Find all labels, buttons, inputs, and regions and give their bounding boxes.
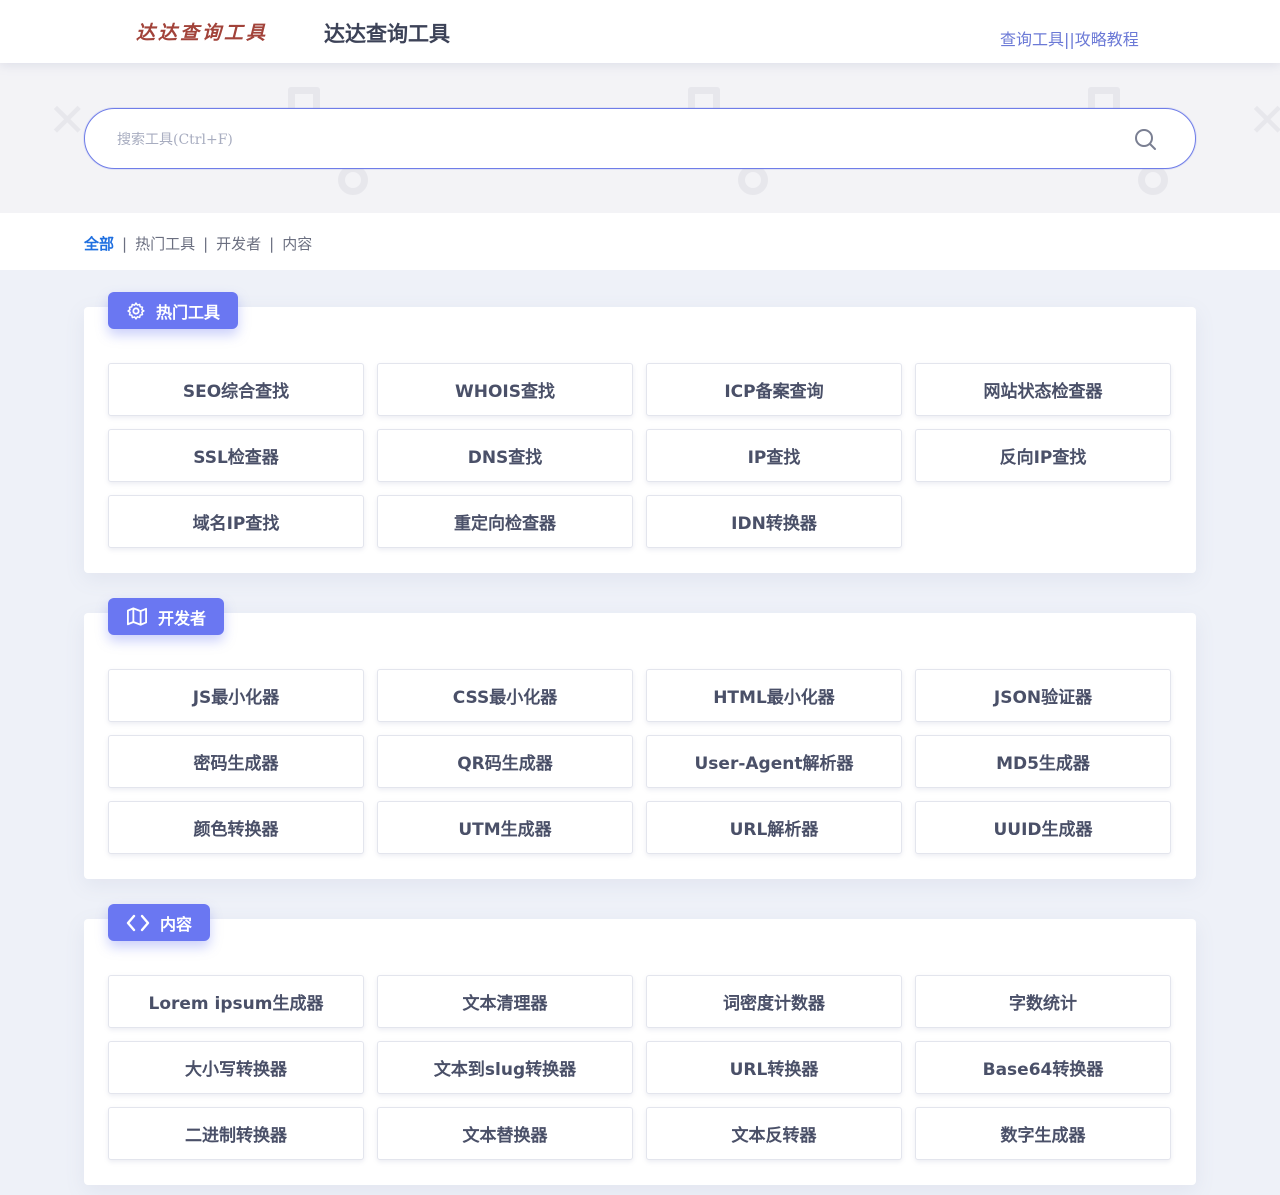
decorative-circle-icon — [338, 165, 368, 195]
filter-all[interactable]: 全部 — [84, 235, 114, 253]
tool-button-domain-ip[interactable]: 域名IP查找 — [108, 495, 364, 548]
tool-button-seo[interactable]: SEO综合查找 — [108, 363, 364, 416]
tool-button-dns[interactable]: DNS查找 — [377, 429, 633, 482]
tool-button-lorem-ipsum[interactable]: Lorem ipsum生成器 — [108, 975, 364, 1028]
site-title[interactable]: 达达查询工具 — [324, 18, 450, 48]
tool-button-text-cleaner[interactable]: 文本清理器 — [377, 975, 633, 1028]
section-title: 热门工具 — [156, 302, 221, 322]
category-filters: 全部 | 热门工具 | 开发者 | 内容 — [84, 233, 312, 254]
search-icon[interactable] — [1133, 127, 1159, 153]
tool-button-url-parser[interactable]: URL解析器 — [646, 801, 902, 854]
top-nav: 查询工具||攻略教程 — [1000, 26, 1139, 50]
decorative-circle-icon — [738, 165, 768, 195]
tool-button-ip[interactable]: IP查找 — [646, 429, 902, 482]
search-input[interactable] — [117, 129, 1097, 151]
tool-button-text-replacer[interactable]: 文本替换器 — [377, 1107, 633, 1160]
logo[interactable]: 达达查询工具 — [136, 18, 268, 45]
category-filter-bar: 全部 | 热门工具 | 开发者 | 内容 — [0, 213, 1280, 270]
tool-button-qr-generator[interactable]: QR码生成器 — [377, 735, 633, 788]
filter-popular-tools[interactable]: 热门工具 — [135, 235, 195, 253]
tool-button-text-to-slug[interactable]: 文本到slug转换器 — [377, 1041, 633, 1094]
tool-button-redirect[interactable]: 重定向检查器 — [377, 495, 633, 548]
decorative-circle-icon — [1138, 165, 1168, 195]
tool-button-number-generator[interactable]: 数字生成器 — [915, 1107, 1171, 1160]
section-title: 开发者 — [158, 608, 207, 628]
decorative-x-icon: ✕ — [1248, 93, 1280, 147]
filter-separator: | — [269, 235, 275, 253]
section-badge-content: 内容 — [108, 904, 211, 941]
section-title: 内容 — [160, 914, 193, 934]
tool-button-site-status[interactable]: 网站状态检查器 — [915, 363, 1171, 416]
filter-content[interactable]: 内容 — [282, 235, 312, 253]
tool-button-case-converter[interactable]: 大小写转换器 — [108, 1041, 364, 1094]
tool-button-uuid-generator[interactable]: UUID生成器 — [915, 801, 1171, 854]
tool-button-idn[interactable]: IDN转换器 — [646, 495, 902, 548]
tool-button-ssl[interactable]: SSL检查器 — [108, 429, 364, 482]
nav-link-guides[interactable]: |攻略教程 — [1069, 30, 1138, 49]
filter-separator: | — [203, 235, 209, 253]
tool-button-text-reverser[interactable]: 文本反转器 — [646, 1107, 902, 1160]
tool-button-whois[interactable]: WHOIS查找 — [377, 363, 633, 416]
tool-button-reverse-ip[interactable]: 反向IP查找 — [915, 429, 1171, 482]
tool-button-json-validator[interactable]: JSON验证器 — [915, 669, 1171, 722]
tool-button-word-count[interactable]: 字数统计 — [915, 975, 1171, 1028]
filter-developer[interactable]: 开发者 — [216, 235, 261, 253]
tool-button-password-generator[interactable]: 密码生成器 — [108, 735, 364, 788]
search-box — [84, 108, 1196, 169]
tool-button-md5-generator[interactable]: MD5生成器 — [915, 735, 1171, 788]
nav-link-query-tools[interactable]: 查询工具| — [1000, 30, 1069, 49]
filter-separator: | — [122, 235, 128, 253]
tool-button-color-converter[interactable]: 颜色转换器 — [108, 801, 364, 854]
tool-button-base64-converter[interactable]: Base64转换器 — [915, 1041, 1171, 1094]
decorative-x-icon: ✕ — [48, 93, 87, 147]
section-badge-developer: 开发者 — [108, 598, 225, 635]
tool-button-url-converter[interactable]: URL转换器 — [646, 1041, 902, 1094]
tool-button-user-agent-parser[interactable]: User-Agent解析器 — [646, 735, 902, 788]
map-icon — [127, 606, 147, 626]
gear-icon — [127, 301, 145, 320]
tool-button-icp[interactable]: ICP备案查询 — [646, 363, 902, 416]
tool-button-utm-generator[interactable]: UTM生成器 — [377, 801, 633, 854]
top-header: 达达查询工具 达达查询工具 查询工具||攻略教程 — [0, 0, 1280, 63]
code-icon — [126, 914, 150, 931]
tool-button-js-minifier[interactable]: JS最小化器 — [108, 669, 364, 722]
tool-button-binary-converter[interactable]: 二进制转换器 — [108, 1107, 364, 1160]
section-badge-popular-tools: 热门工具 — [108, 292, 239, 329]
tool-button-html-minifier[interactable]: HTML最小化器 — [646, 669, 902, 722]
tool-button-word-density[interactable]: 词密度计数器 — [646, 975, 902, 1028]
tool-button-css-minifier[interactable]: CSS最小化器 — [377, 669, 633, 722]
